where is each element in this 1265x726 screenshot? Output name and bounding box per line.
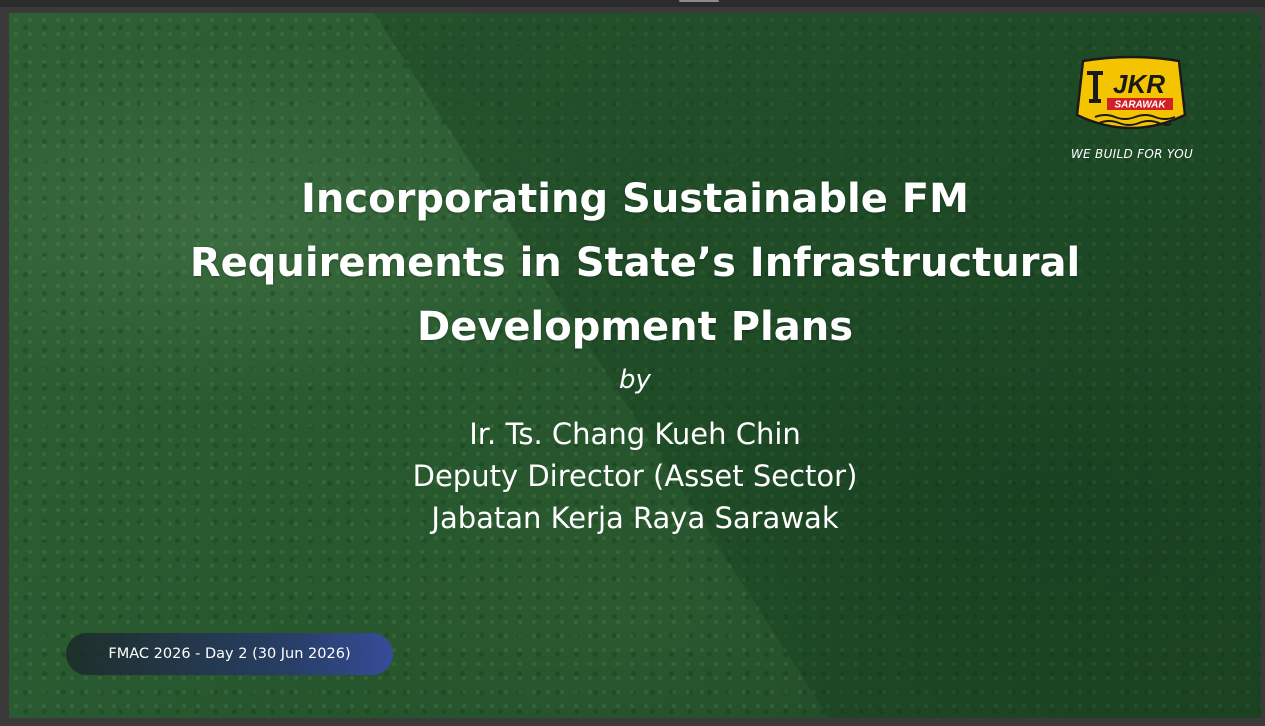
- presenter-name: Ir. Ts. Chang Kueh Chin: [469, 417, 801, 451]
- logo-sub-brand-text: SARAWAK: [1114, 100, 1166, 111]
- jkr-logo: JKR SARAWAK: [1075, 55, 1187, 130]
- event-badge: FMAC 2026 - Day 2 (30 Jun 2026): [66, 633, 393, 675]
- title-line: Requirements in State’s Infrastructural: [189, 240, 1081, 286]
- presenter-position: Deputy Director (Asset Sector): [412, 459, 858, 493]
- title-line: Development Plans: [417, 304, 853, 350]
- drag-handle[interactable]: [679, 0, 719, 2]
- window-top-bar: [0, 0, 1265, 7]
- title-line: Incorporating Sustainable FM: [301, 176, 969, 222]
- by-label: by: [619, 365, 651, 395]
- presentation-slide: JKR SARAWAK WE BUILD FOR YOU Incorporati…: [9, 13, 1261, 718]
- presenter-organization: Jabatan Kerja Raya Sarawak: [431, 501, 839, 535]
- logo-brand-text: JKR: [1113, 69, 1165, 99]
- logo-tagline: WE BUILD FOR YOU: [1070, 147, 1194, 161]
- slide-title: Incorporating Sustainable FM Requirement…: [89, 167, 1181, 359]
- presenter-block: Ir. Ts. Chang Kueh Chin Deputy Director …: [9, 413, 1261, 539]
